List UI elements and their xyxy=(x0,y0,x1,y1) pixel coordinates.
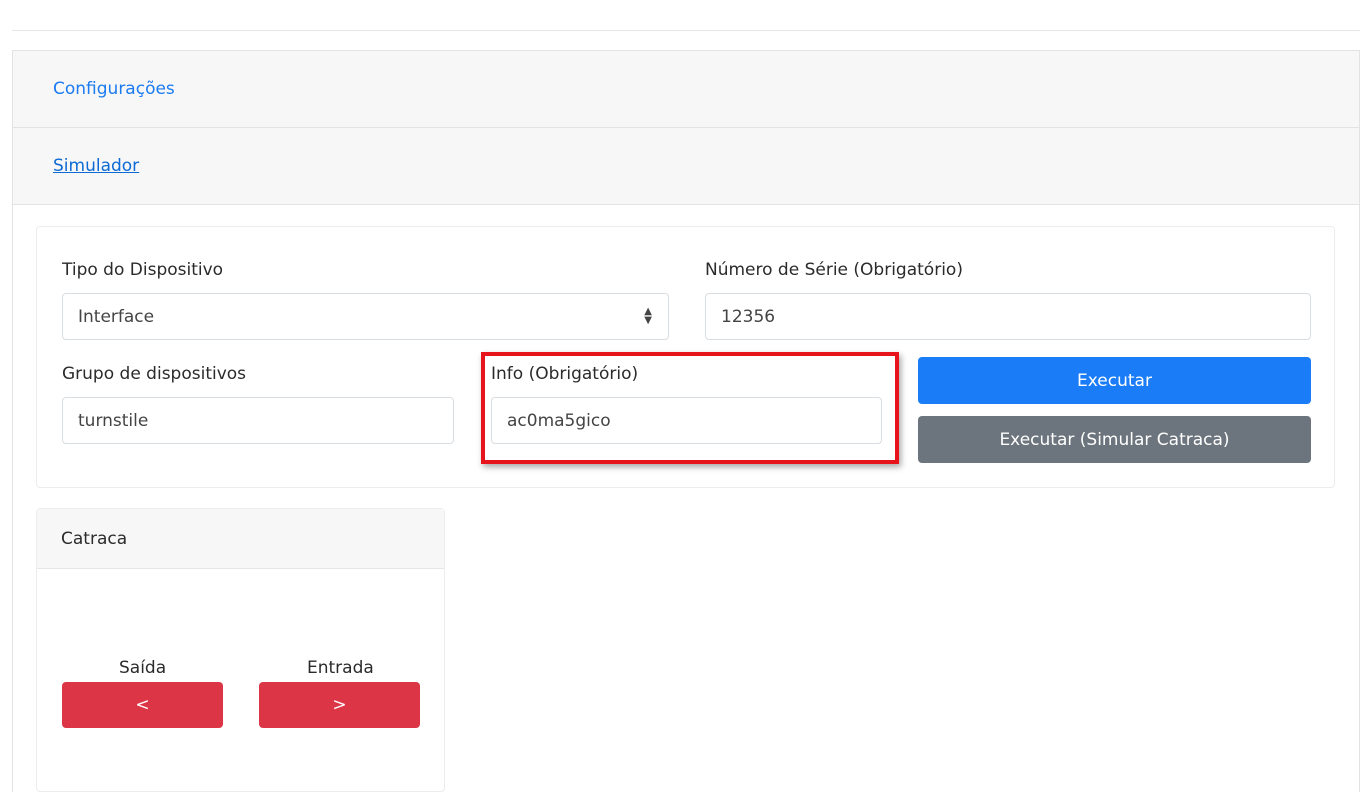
exit-label: Saída xyxy=(119,658,167,678)
device-group-label: Grupo de dispositivos xyxy=(62,364,247,384)
execute-button[interactable]: Executar xyxy=(918,357,1311,404)
device-group-input[interactable]: turnstile xyxy=(62,397,454,444)
device-type-label: Tipo do Dispositivo xyxy=(62,260,224,280)
serial-number-label: Número de Série (Obrigatório) xyxy=(705,260,963,280)
device-type-select[interactable]: Interface ▲ ▼ xyxy=(62,293,669,340)
execute-simulate-turnstile-button[interactable]: Executar (Simular Catraca) xyxy=(918,416,1311,463)
turnstile-card: Catraca Saída < Entrada > xyxy=(36,508,445,792)
simulador-link[interactable]: Simulador xyxy=(53,156,139,176)
entry-button[interactable]: > xyxy=(259,682,420,728)
entry-label: Entrada xyxy=(307,658,374,678)
device-group-value: turnstile xyxy=(78,410,149,431)
accordion-header-configuracoes: Configurações xyxy=(13,51,1359,128)
device-type-value: Interface xyxy=(78,306,155,327)
select-arrows-icon: ▲ ▼ xyxy=(644,306,652,326)
exit-button[interactable]: < xyxy=(62,682,223,728)
serial-number-value: 12356 xyxy=(721,306,776,327)
serial-number-input[interactable]: 12356 xyxy=(705,293,1311,340)
configuracoes-link[interactable]: Configurações xyxy=(53,79,175,99)
top-divider xyxy=(12,30,1360,31)
turnstile-header: Catraca xyxy=(37,509,444,569)
accordion-header-simulador: Simulador xyxy=(13,128,1359,205)
info-highlight-box xyxy=(481,352,899,464)
